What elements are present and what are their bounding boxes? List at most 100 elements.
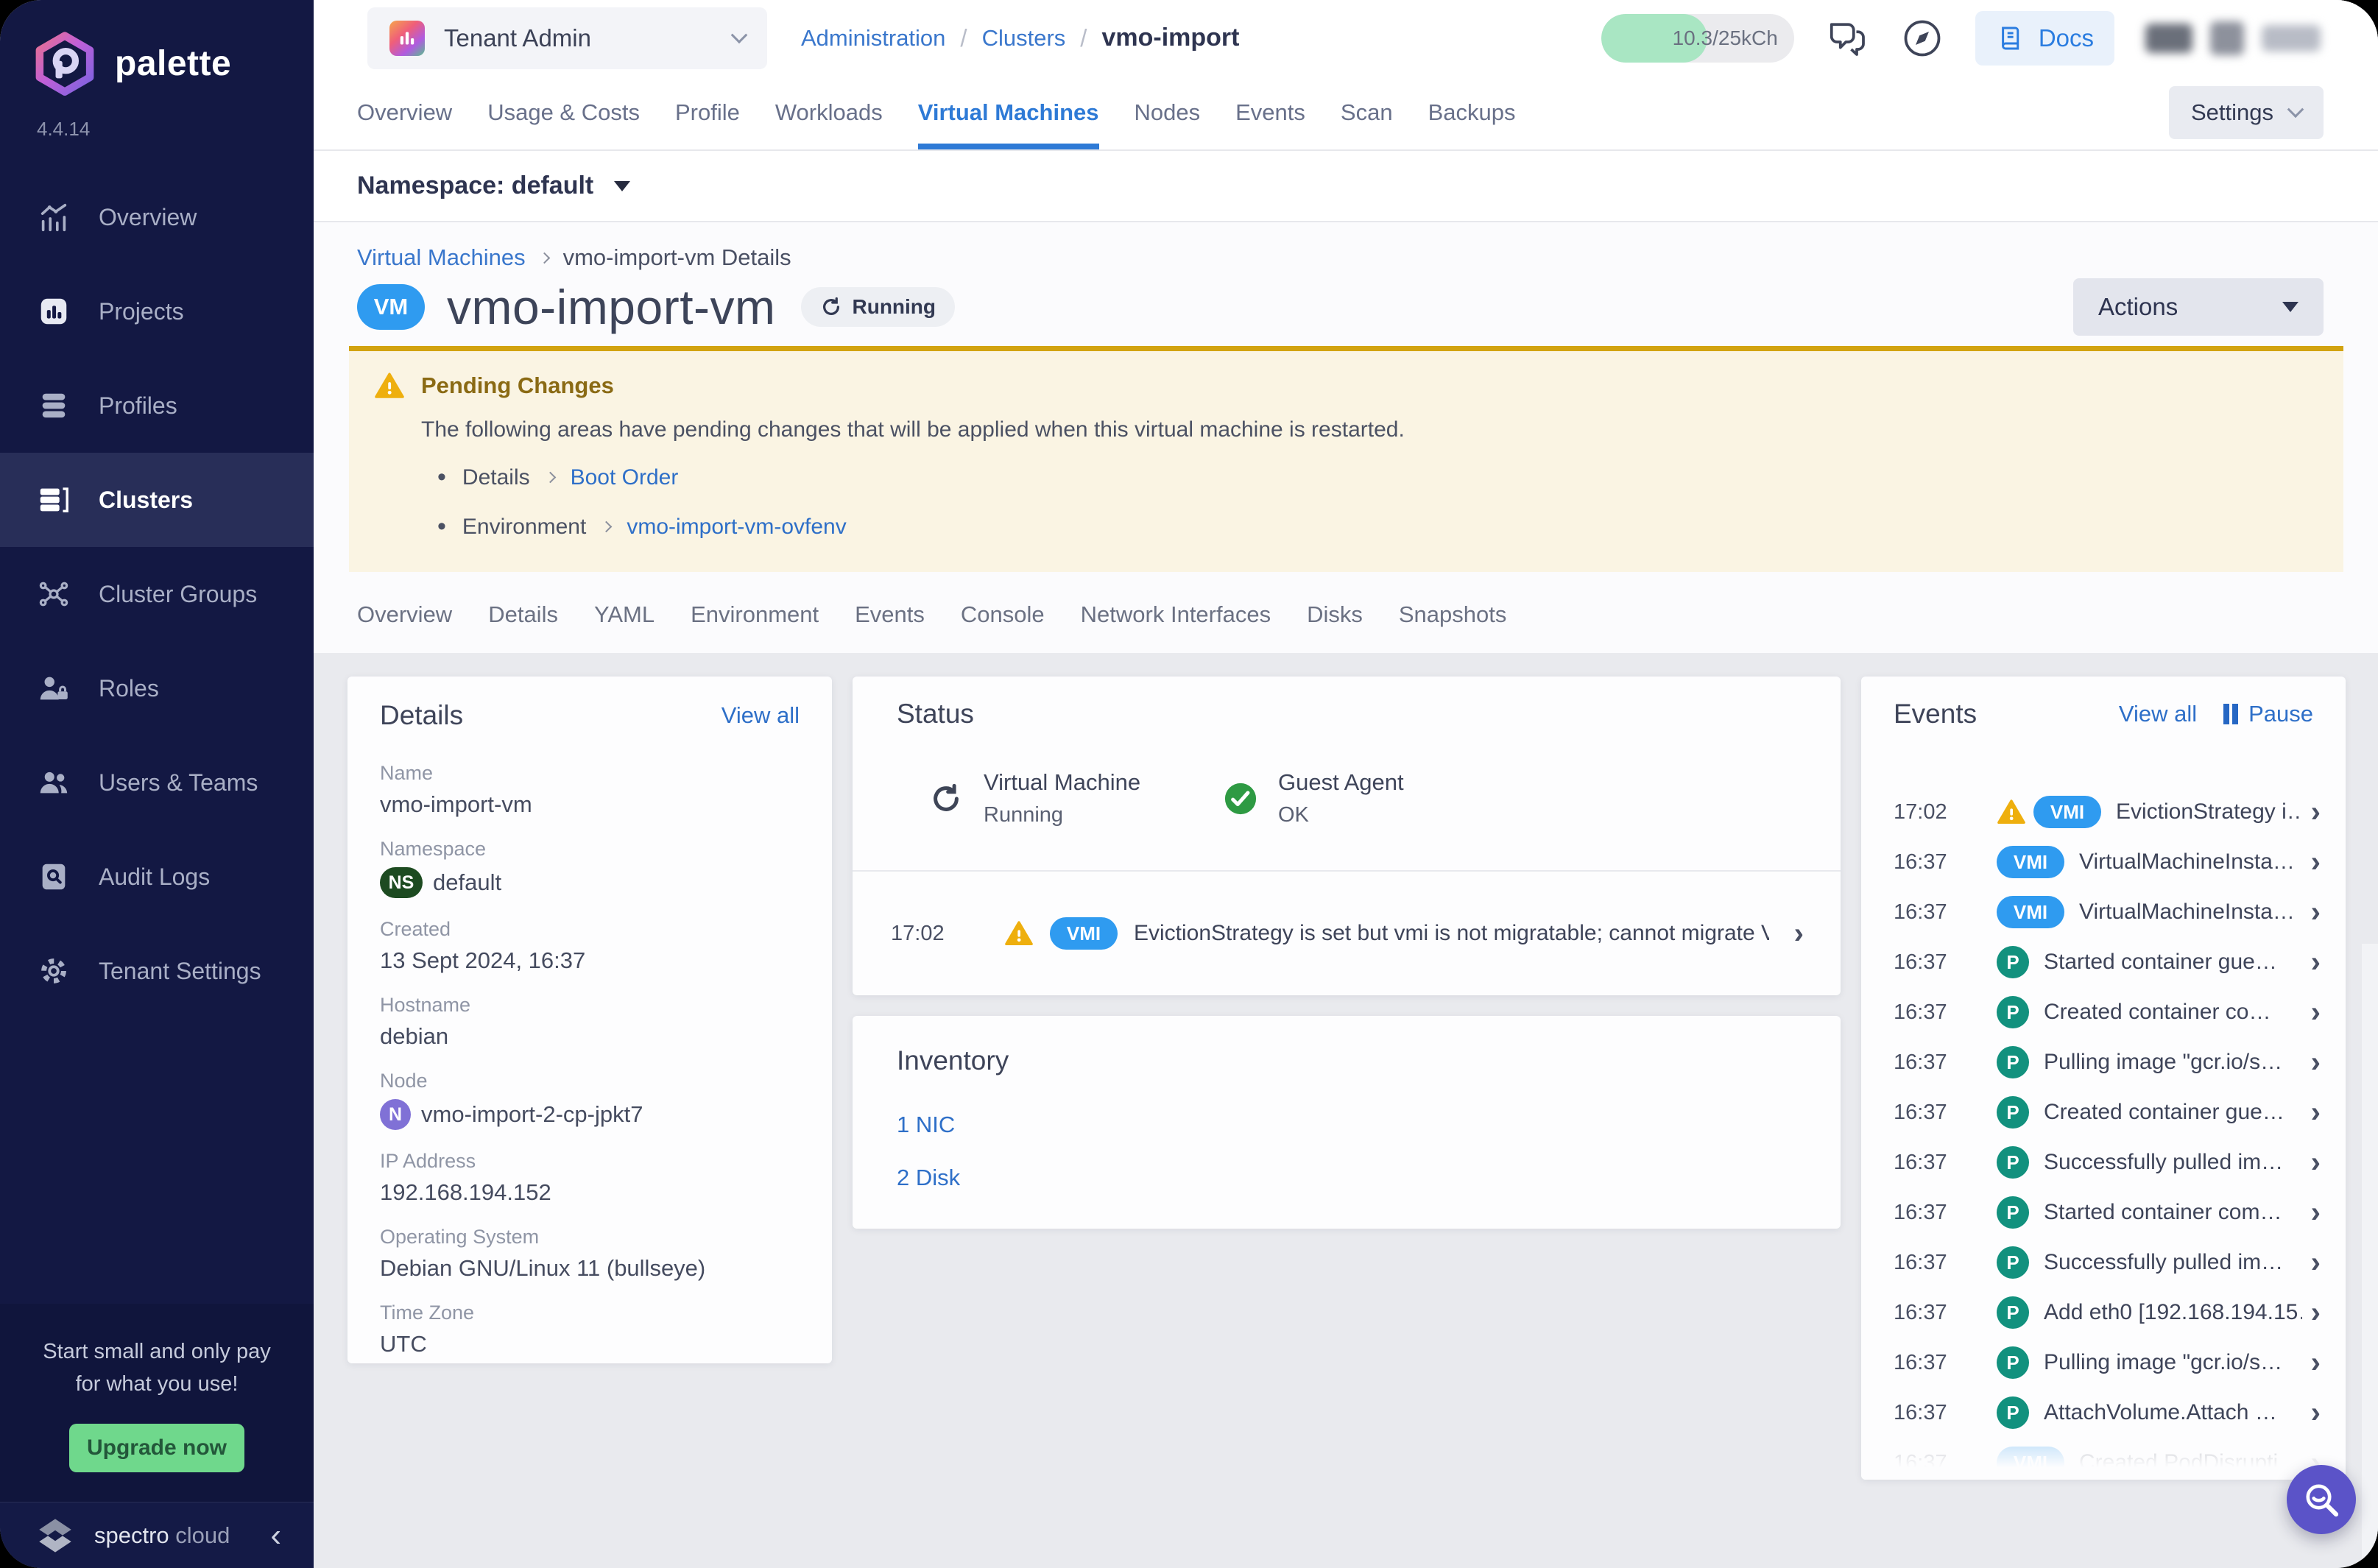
chevron-right-icon[interactable]: ›	[2311, 1148, 2321, 1177]
chevron-right-icon[interactable]: ›	[2311, 1098, 2321, 1127]
topbar-right: 10.3/25kCh	[1601, 11, 2321, 66]
sidebar-footer: spectro cloud ‹	[0, 1502, 314, 1568]
chat-icon[interactable]	[1825, 16, 1869, 60]
chevron-right-icon	[538, 252, 550, 264]
pending-items: •DetailsBoot Order•Environmentvmo-import…	[374, 463, 2314, 541]
detail-field-node: NodeNvmo-import-2-cp-jpkt7	[380, 1070, 800, 1130]
collapse-sidebar-icon[interactable]: ‹	[270, 1519, 281, 1552]
pod-badge: P	[1997, 1246, 2029, 1279]
event-row[interactable]: 16:37PCreated container co…›	[1861, 987, 2346, 1037]
sidebar-item-tenant-settings[interactable]: Tenant Settings	[0, 924, 314, 1018]
sidebar-item-overview[interactable]: Overview	[0, 170, 314, 264]
docs-label: Docs	[2039, 24, 2094, 52]
chevron-right-icon[interactable]: ›	[2311, 1398, 2321, 1427]
docs-button[interactable]: Docs	[1975, 11, 2114, 66]
tab-nodes[interactable]: Nodes	[1135, 76, 1201, 149]
details-card-title: Details	[380, 700, 463, 731]
subtab-network-interfaces[interactable]: Network Interfaces	[1081, 601, 1271, 628]
compass-icon[interactable]	[1900, 16, 1944, 60]
subtab-overview[interactable]: Overview	[357, 601, 452, 628]
event-row[interactable]: 16:37PCreated container gue…›	[1861, 1087, 2346, 1137]
chevron-right-icon[interactable]: ›	[1794, 919, 1804, 948]
search-fab-button[interactable]	[2287, 1465, 2356, 1534]
chevron-right-icon[interactable]: ›	[2311, 1048, 2321, 1077]
detail-field-created: Created13 Sept 2024, 16:37	[380, 918, 800, 974]
tab-workloads[interactable]: Workloads	[775, 76, 883, 149]
pending-link-vmo-import-vm-ovfenv[interactable]: vmo-import-vm-ovfenv	[627, 515, 846, 540]
event-row[interactable]: 17:02VMIEvictionStrategy i…›	[1861, 787, 2346, 837]
event-row[interactable]: 16:37PStarted container com…›	[1861, 1187, 2346, 1237]
inventory-link-1-nic[interactable]: 1 NIC	[897, 1112, 1796, 1138]
tab-backups[interactable]: Backups	[1428, 76, 1516, 149]
caret-down-icon	[2282, 302, 2298, 312]
chevron-right-icon[interactable]: ›	[2311, 1298, 2321, 1327]
event-row[interactable]: 16:37PPulling image "gcr.io/s…›	[1861, 1037, 2346, 1087]
subtab-snapshots[interactable]: Snapshots	[1399, 601, 1507, 628]
event-icons: P	[1997, 1246, 2029, 1279]
actions-button[interactable]: Actions	[2073, 278, 2324, 336]
chevron-right-icon[interactable]: ›	[2311, 897, 2321, 927]
status-event-row[interactable]: 17:02 VMI EvictionStrategy is set but vm…	[853, 872, 1841, 995]
settings-label: Settings	[2191, 99, 2273, 126]
subtab-environment[interactable]: Environment	[691, 601, 819, 628]
tab-usage-costs[interactable]: Usage & Costs	[487, 76, 640, 149]
tab-overview[interactable]: Overview	[357, 76, 452, 149]
sidebar-item-label: Projects	[99, 298, 184, 325]
subtab-yaml[interactable]: YAML	[594, 601, 655, 628]
event-row[interactable]: 16:37PSuccessfully pulled im…›	[1861, 1237, 2346, 1288]
namespace-selector[interactable]: Namespace: default	[357, 172, 593, 200]
event-row[interactable]: 16:37PAttachVolume.Attach …›	[1861, 1388, 2346, 1438]
tab-events[interactable]: Events	[1235, 76, 1305, 149]
event-row[interactable]: 16:37PStarted container gue…›	[1861, 937, 2346, 987]
subtab-disks[interactable]: Disks	[1307, 601, 1363, 628]
chevron-right-icon[interactable]: ›	[2311, 1248, 2321, 1277]
sidebar-item-profiles[interactable]: Profiles	[0, 359, 314, 453]
event-message: Started container com…	[2044, 1200, 2302, 1225]
pending-link-boot-order[interactable]: Boot Order	[571, 465, 679, 490]
chevron-right-icon[interactable]: ›	[2311, 997, 2321, 1027]
tenant-scope-selector[interactable]: Tenant Admin	[367, 7, 767, 69]
breadcrumb-administration[interactable]: Administration	[801, 25, 945, 52]
sidebar-item-roles[interactable]: Roles	[0, 641, 314, 735]
chevron-right-icon[interactable]: ›	[2311, 1348, 2321, 1377]
pause-button[interactable]: Pause	[2223, 701, 2313, 727]
inventory-links: 1 NIC 2 Disk	[897, 1112, 1796, 1191]
vmi-badge: VMI	[1050, 917, 1118, 950]
detail-field-name: Namevmo-import-vm	[380, 762, 800, 818]
caret-down-icon[interactable]	[614, 181, 630, 191]
event-row[interactable]: 16:37VMIVirtualMachineInsta…›	[1861, 887, 2346, 937]
event-row[interactable]: 16:37PSuccessfully pulled im…›	[1861, 1137, 2346, 1187]
event-time: 17:02	[891, 922, 988, 946]
details-view-all-link[interactable]: View all	[721, 702, 800, 729]
subtab-events[interactable]: Events	[855, 601, 925, 628]
subtab-console[interactable]: Console	[961, 601, 1045, 628]
sidebar-item-clusters[interactable]: Clusters	[0, 453, 314, 547]
event-message: Pulling image "gcr.io/s…	[2044, 1350, 2302, 1375]
tab-profile[interactable]: Profile	[675, 76, 740, 149]
settings-button[interactable]: Settings	[2169, 86, 2324, 139]
event-row[interactable]: 16:37PAdd eth0 [192.168.194.15…›	[1861, 1288, 2346, 1338]
chevron-right-icon[interactable]: ›	[2311, 797, 2321, 827]
vm-badge: VM	[357, 284, 425, 330]
event-row[interactable]: 16:37PPulling image "gcr.io/s…›	[1861, 1338, 2346, 1388]
upgrade-now-button[interactable]: Upgrade now	[69, 1424, 244, 1472]
tab-scan[interactable]: Scan	[1341, 76, 1393, 149]
subtab-details[interactable]: Details	[488, 601, 558, 628]
sidebar-item-users-teams[interactable]: Users & Teams	[0, 735, 314, 830]
sidebar-item-projects[interactable]: Projects	[0, 264, 314, 359]
sidebar-item-cluster-groups[interactable]: Cluster Groups	[0, 547, 314, 641]
breadcrumb-clusters[interactable]: Clusters	[982, 25, 1066, 52]
breadcrumb-separator: /	[960, 24, 967, 52]
breadcrumb-virtual-machines[interactable]: Virtual Machines	[357, 244, 526, 271]
events-view-all-link[interactable]: View all	[2119, 701, 2197, 727]
chevron-right-icon[interactable]: ›	[2311, 1198, 2321, 1227]
chevron-right-icon[interactable]: ›	[2311, 847, 2321, 877]
scrollbar[interactable]	[2362, 944, 2378, 1568]
field-value: UTC	[380, 1331, 800, 1357]
chevron-right-icon[interactable]: ›	[2311, 947, 2321, 977]
logo-row: palette	[0, 0, 314, 96]
tab-virtual-machines[interactable]: Virtual Machines	[918, 76, 1099, 149]
sidebar-item-audit-logs[interactable]: Audit Logs	[0, 830, 314, 924]
inventory-link-2-disk[interactable]: 2 Disk	[897, 1165, 1796, 1191]
event-row[interactable]: 16:37VMIVirtualMachineInsta…›	[1861, 837, 2346, 887]
